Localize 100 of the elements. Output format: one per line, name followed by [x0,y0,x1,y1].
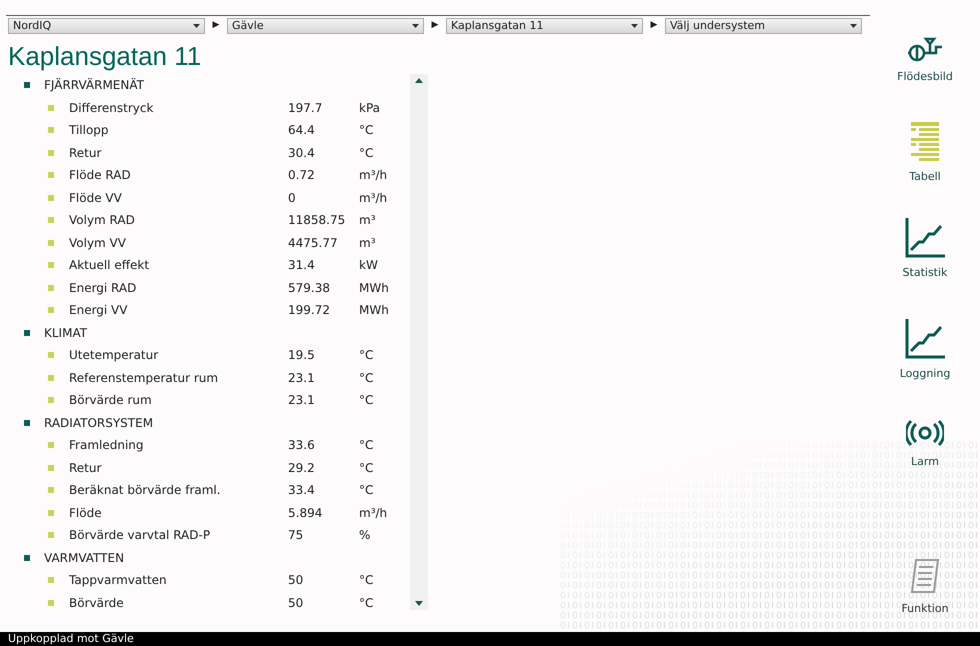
item-label: Tappvarmvatten [69,572,168,590]
item-label: Börvärde rum [69,392,153,410]
item-unit: °C [359,370,374,387]
group-heading: VARMVATTEN [44,550,124,567]
bullet-icon [48,397,54,404]
bullet-icon [48,487,54,494]
bullet-icon [48,284,54,291]
dropdown[interactable]: Kaplansgatan 11 [446,18,643,34]
item-unit: kPa [359,100,380,117]
item-label: Utetemperatur [69,347,160,364]
item-label: Tillopp [69,122,110,140]
bullet-icon [48,172,54,178]
bullet-icon [48,150,54,156]
caret-icon [412,24,419,28]
table-icon [910,122,939,162]
bullet-icon [48,104,54,111]
item-label: Börvärde [69,594,125,612]
item-unit: °C [359,594,374,612]
item-value: 29.2 [288,460,316,477]
item-unit: m³ [359,212,376,230]
bullet-icon [48,194,54,201]
item-label: Energi RAD [69,280,138,297]
item-value: 5.894 [288,504,324,522]
nav-button[interactable]: Flödesbild [897,34,953,83]
nav-button[interactable]: Tabell [909,83,941,183]
item-unit: °C [359,144,374,162]
item-label: Aktuell effekt [69,257,150,274]
bullet-icon [48,127,54,134]
item-value: 23.1 [288,392,316,410]
bullet-icon [48,262,54,268]
item-value: 31.4 [288,257,316,274]
item-label: Flöde [69,504,103,522]
bullet-icon [48,464,54,471]
item-value: 579.38 [288,280,331,297]
caret-icon [850,24,857,28]
item-unit: % [359,527,370,544]
bullet-icon [24,82,30,88]
item-unit: m³/h [359,190,388,207]
page-title: Kaplansgatan 11 [8,42,202,70]
item-label: Referenstemperatur rum [69,370,220,387]
bullet-icon [48,374,54,381]
item-label: Retur [69,460,102,477]
bullet-icon [48,307,54,314]
line-chart-icon [905,319,945,359]
item-unit: °C [359,482,374,500]
item-label: Energi VV [69,302,128,320]
bullet-icon [48,577,54,584]
item-unit: kW [359,257,378,274]
bullet-icon [48,217,54,224]
item-value: 75 [288,527,304,544]
item-unit: m³/h [359,504,388,522]
item-label: Volym RAD [69,212,136,230]
breadcrumb-separator: ▶ [430,19,440,32]
alarm-icon [906,419,944,447]
item-value: 64.4 [288,122,316,140]
group-heading: RADIATORSYSTEM [44,414,154,432]
scroll-down-icon[interactable] [415,601,423,606]
nav-button[interactable]: Statistik [902,183,948,279]
bullet-icon [48,442,54,448]
item-value: 0 [288,190,297,207]
breadcrumb-separator: ▶ [650,19,658,32]
item-label: Differenstryck [69,100,154,117]
item-label: Flöde RAD [69,167,132,184]
nav-button[interactable]: Larm [906,380,944,468]
item-value: 30.4 [288,144,316,162]
item-value: 197.7 [288,100,324,117]
caret-icon [193,24,200,28]
item-value: 199.72 [288,302,331,320]
item-unit: °C [359,347,374,364]
item-value: 23.1 [288,370,316,387]
item-label: Beräknat börvärde framl. [69,482,222,500]
dropdown[interactable]: Gävle [227,18,424,34]
dropdown[interactable]: NordIQ [8,18,205,34]
bullet-icon [48,240,54,246]
bullet-icon [48,352,54,358]
item-value: 33.4 [288,482,316,500]
item-unit: °C [359,460,374,477]
item-label: Flöde VV [69,190,123,207]
dropdown[interactable]: Välj undersystem [665,18,862,34]
bullet-icon [24,330,30,336]
status-bar: Uppkopplad mot Gävle [0,632,980,646]
bullet-icon [24,420,30,426]
item-value: 50 [288,572,304,590]
item-unit: MWh [359,302,389,320]
bullet-icon [48,510,54,516]
line-chart-icon [904,218,945,258]
item-value: 4475.77 [288,234,339,252]
item-label: Börvärde varvtal RAD-P [69,527,212,544]
item-label: Retur [69,144,102,162]
breadcrumb-separator: ▶ [212,19,220,32]
item-value: 50 [288,594,304,612]
item-unit: °C [359,572,374,590]
item-unit: °C [359,437,374,454]
bullet-icon [24,554,30,561]
scroll-up-icon[interactable] [415,78,423,83]
group-heading: KLIMAT [44,324,88,342]
item-unit: °C [359,392,374,410]
valve-icon [908,36,942,62]
nav-button[interactable]: Loggning [900,279,950,380]
scrollbar[interactable] [410,74,428,610]
